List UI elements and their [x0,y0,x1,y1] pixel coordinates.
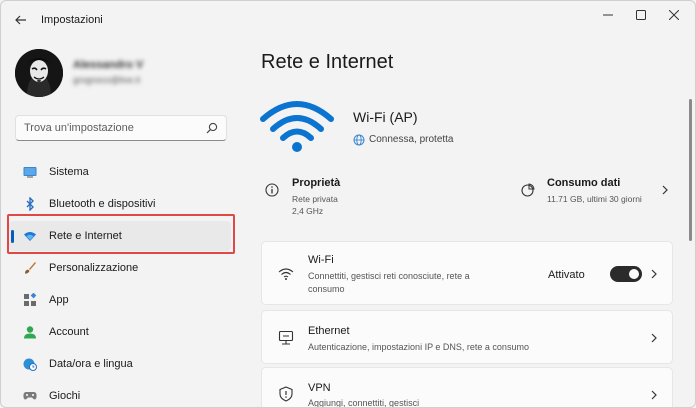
close-icon [669,10,679,20]
maximize-button[interactable] [626,6,656,24]
properties-title: Proprietà [292,177,341,189]
wifi-toggle[interactable] [610,266,642,282]
toggle-knob [629,269,639,279]
ethernet-card[interactable]: Ethernet Autenticazione, impostazioni IP… [261,310,673,364]
wifi-toggle-label: Attivato [548,269,585,281]
back-arrow-icon [15,15,26,25]
info-icon [265,183,279,197]
ethernet-icon [278,330,294,345]
properties-link[interactable]: Proprietà Rete privata 2,4 GHz [292,177,340,217]
sidebar-item-account[interactable]: Account [9,317,231,347]
scrollbar[interactable] [689,99,692,241]
sidebar-item-label: App [49,294,69,306]
wifi-icon [278,268,294,280]
sidebar-item-label: Giochi [49,390,81,402]
wifi-large-icon [260,101,334,152]
globe-icon [353,134,365,146]
gamepad-icon [23,389,37,403]
annotation-highlight [7,214,235,254]
properties-band: 2,4 GHz [292,206,324,216]
data-usage-link[interactable]: Consumo dati 11.71 GB, ultimi 30 giorni [547,177,642,205]
system-icon [23,165,37,179]
sidebar-item-personalizzazione[interactable]: Personalizzazione [9,253,231,283]
user-email: grognoco@live.it [73,75,141,85]
shield-icon [279,386,293,402]
clock-globe-icon [23,357,37,371]
pie-chart-icon [521,183,535,197]
brush-icon [23,261,37,275]
minimize-button[interactable] [593,6,623,24]
sidebar-item-label: Data/ora e lingua [49,358,133,370]
avatar[interactable] [15,49,63,97]
page-title: Rete e Internet [261,51,394,73]
chevron-right-icon [651,333,657,343]
back-button[interactable] [11,10,31,30]
network-status: Connessa, protetta [369,134,454,145]
wifi-card-desc-line2: consumo [308,284,345,294]
bluetooth-icon [23,197,37,211]
sidebar-item-app[interactable]: App [9,285,231,315]
close-button[interactable] [659,6,689,24]
user-name: Alessandro V [73,59,144,71]
wifi-card[interactable]: Wi-Fi Connettiti, gestisci reti conosciu… [261,241,673,305]
title-bar: Impostazioni [1,1,695,37]
wifi-card-title: Wi-Fi [308,254,334,266]
network-name: Wi-Fi (AP) [353,109,418,125]
ethernet-card-desc: Autenticazione, impostazioni IP e DNS, r… [308,342,529,352]
sidebar-item-giochi[interactable]: Giochi [9,381,231,407]
apps-icon [23,293,37,307]
vpn-card[interactable]: VPN Aggiungi, connettiti, gestisci [261,367,673,408]
mask-avatar-icon [15,49,63,97]
properties-network-type: Rete privata [292,194,338,204]
chevron-right-icon [651,390,657,400]
search-input[interactable]: Trova un'impostazione [24,122,134,134]
chevron-right-icon [651,269,657,279]
minimize-icon [603,14,613,16]
settings-window: Impostazioni Alessandro V grognoco@live.… [0,0,696,408]
chevron-right-icon [662,185,668,195]
search-box[interactable]: Trova un'impostazione [15,115,227,141]
account-icon [23,325,37,339]
ethernet-card-title: Ethernet [308,325,350,337]
sidebar-item-data-ora-lingua[interactable]: Data/ora e lingua [9,349,231,379]
vpn-card-desc: Aggiungi, connettiti, gestisci [308,398,420,408]
sidebar-item-label: Sistema [49,166,89,178]
app-title: Impostazioni [41,14,103,26]
sidebar-item-label: Account [49,326,89,338]
sidebar-item-label: Personalizzazione [49,262,139,274]
maximize-icon [636,10,646,20]
data-usage-title: Consumo dati [547,177,621,189]
data-usage-value: 11.71 GB, ultimi 30 giorni [547,194,642,204]
vpn-card-title: VPN [308,382,331,394]
sidebar-item-sistema[interactable]: Sistema [9,157,231,187]
sidebar-item-label: Bluetooth e dispositivi [49,198,156,210]
wifi-card-desc-line1: Connettiti, gestisci reti conosciute, re… [308,271,470,281]
search-icon[interactable] [206,122,218,134]
